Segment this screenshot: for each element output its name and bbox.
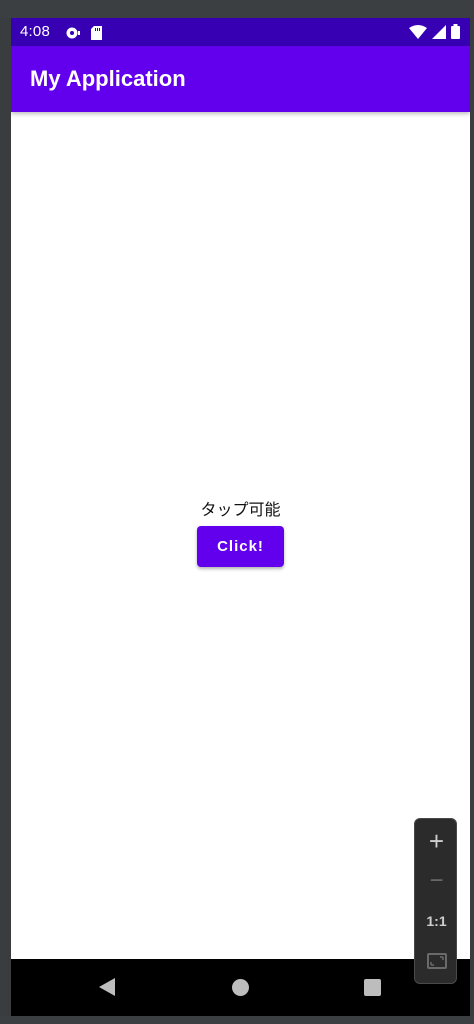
status-bar: 4:08 [11, 18, 470, 46]
app-bar: My Application [11, 46, 470, 112]
navigation-bar [11, 959, 470, 1016]
zoom-controls: + − 1:1 [414, 818, 457, 984]
zoom-in-button[interactable]: + [415, 821, 458, 861]
status-time: 4:08 [20, 23, 50, 40]
device-screen: 4:08 My Application タップ可能 Click! [11, 18, 470, 1016]
emulator-toolbar [0, 0, 474, 18]
actual-size-button[interactable]: 1:1 [415, 901, 458, 941]
back-icon[interactable] [98, 977, 116, 1001]
status-icons-left [65, 25, 102, 44]
sd-card-icon [91, 25, 102, 44]
emulator-bottom-strip [0, 1016, 474, 1024]
wifi-icon [409, 24, 427, 43]
cell-signal-icon [432, 24, 446, 43]
click-button[interactable]: Click! [197, 526, 284, 567]
home-icon[interactable] [232, 979, 249, 996]
battery-icon [451, 24, 460, 43]
recents-icon[interactable] [364, 979, 381, 996]
zoom-out-button[interactable]: − [415, 861, 458, 901]
app-title: My Application [30, 66, 186, 91]
sync-notification-icon [65, 25, 81, 44]
status-icons-right [409, 24, 460, 43]
fit-screen-icon[interactable] [415, 941, 458, 981]
tappable-label: タップ可能 [200, 500, 281, 519]
